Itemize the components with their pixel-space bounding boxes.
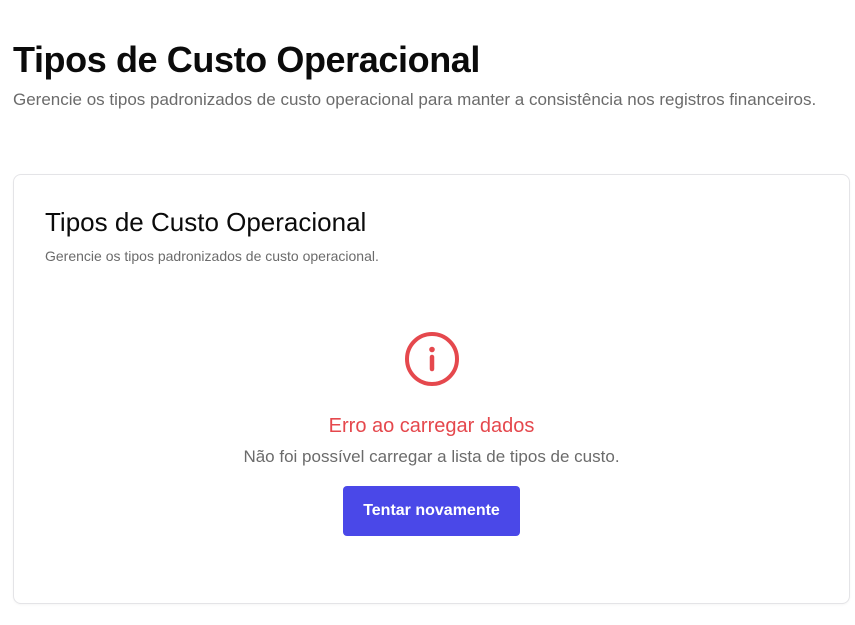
page: Tipos de Custo Operacional Gerencie os t… — [0, 0, 855, 625]
card-title: Tipos de Custo Operacional — [45, 207, 367, 237]
cost-types-card: Tipos de Custo Operacional Gerencie os t… — [13, 174, 850, 604]
error-title: Erro ao carregar dados — [328, 415, 535, 437]
error-state: Erro ao carregar dados Não foi possível … — [14, 331, 849, 536]
page-subtitle: Gerencie os tipos padronizados de custo … — [13, 90, 817, 109]
error-message: Não foi possível carregar a lista de tip… — [243, 447, 620, 466]
info-circle-icon — [404, 332, 459, 386]
page-title: Tipos de Custo Operacional — [13, 39, 481, 80]
retry-button[interactable]: Tentar novamente — [343, 486, 520, 536]
card-subtitle: Gerencie os tipos padronizados de custo … — [45, 248, 379, 264]
